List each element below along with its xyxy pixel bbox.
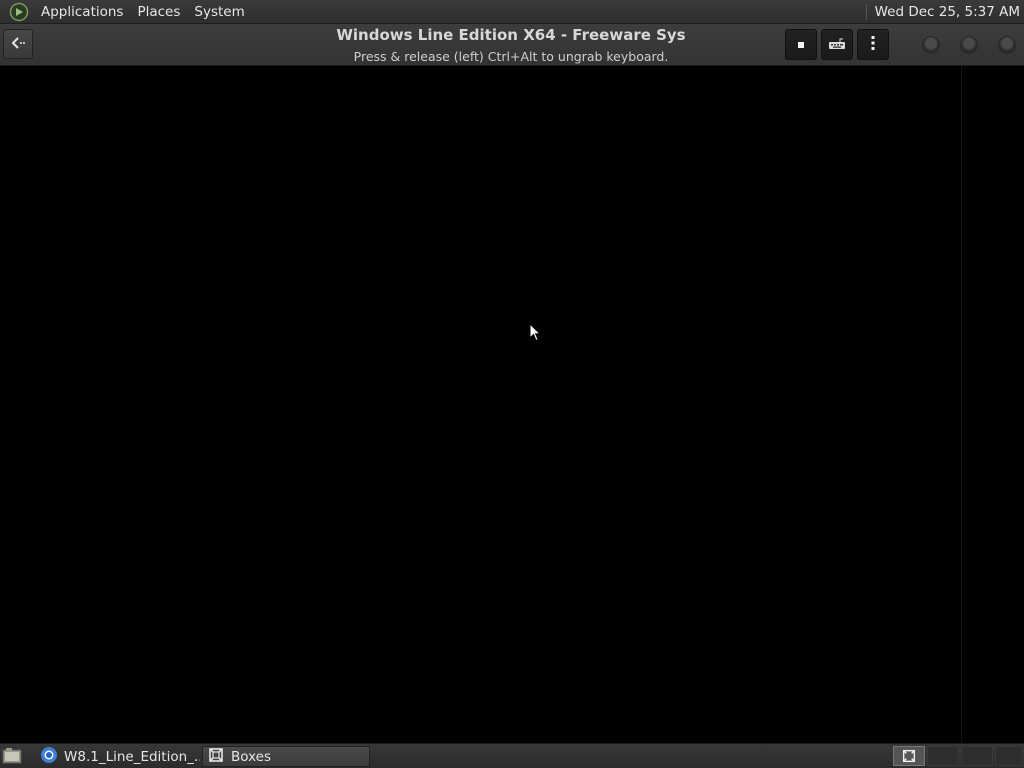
taskbar-item-label: W8.1_Line_Edition_... [64,748,200,765]
display-edge [961,66,962,743]
workspace-2[interactable] [927,746,959,766]
stop-icon [796,35,806,54]
desktop-screen: Applications Places System Wed Dec 25, 5… [0,0,1024,768]
stop-button[interactable] [785,29,817,60]
back-arrow-icon [10,35,26,54]
clock[interactable]: Wed Dec 25, 5:37 AM [875,0,1020,24]
vm-display[interactable] [0,66,1024,743]
boxes-headerbar: Windows Line Edition X64 - Freeware Sys … [0,24,1024,66]
menu-button[interactable] [857,29,889,60]
workspace-1[interactable] [893,746,925,766]
panel-separator [865,3,867,20]
back-button[interactable] [3,29,33,59]
applications-menu[interactable]: Applications [34,0,130,24]
keyboard-shortcuts-button[interactable] [821,29,853,60]
taskbar-item-boxes[interactable]: Boxes [202,746,370,767]
kebab-menu-icon [870,35,876,55]
boxes-icon [902,749,916,763]
workspace-3[interactable] [961,746,993,766]
ungrab-hint: Press & release (left) Ctrl+Alt to ungra… [353,49,669,64]
mouse-pointer-icon [529,322,542,347]
close-button[interactable] [998,36,1016,54]
keyboard-icon [828,35,846,54]
chromium-icon [40,746,58,767]
boxes-icon [207,747,225,766]
system-menu[interactable]: System [187,0,251,24]
workspace-4[interactable] [995,746,1023,766]
top-panel: Applications Places System Wed Dec 25, 5… [0,0,1024,24]
places-menu[interactable]: Places [130,0,187,24]
vm-title: Windows Line Edition X64 - Freeware Sys [336,26,686,44]
taskbar-item-label: Boxes [231,748,272,765]
show-desktop-icon [2,748,22,764]
mate-logo-icon[interactable] [8,1,30,23]
taskbar-item-browser[interactable]: W8.1_Line_Edition_... [36,746,200,767]
maximize-button[interactable] [960,36,978,54]
minimize-button[interactable] [922,36,940,54]
show-desktop-button[interactable] [2,747,22,765]
bottom-panel: W8.1_Line_Edition_... Boxes [0,743,1024,768]
